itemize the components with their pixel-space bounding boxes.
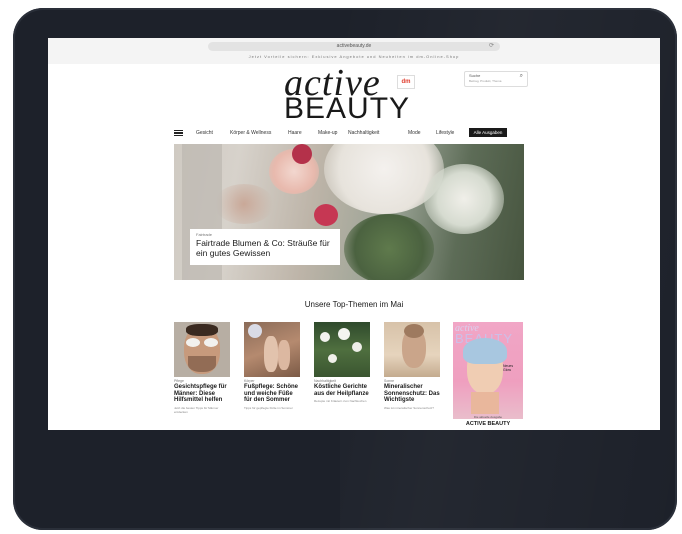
foot-shape-2	[278, 340, 290, 370]
chamomile-flower-3	[352, 342, 362, 352]
browser-screen: activebeauty.de ⟳ Jetzt Vorteile sichern…	[48, 38, 660, 430]
hero-caption[interactable]: Fairtrade Fairtrade Blumen & Co: Sträuße…	[190, 229, 340, 265]
nav-item-lifestyle[interactable]: Lifestyle	[436, 129, 454, 137]
hero-flower-red-2	[314, 204, 338, 226]
hero-flowers-right	[424, 164, 504, 234]
nav-cta-button[interactable]: Alle Ausgaben	[469, 128, 507, 137]
hero-title[interactable]: Fairtrade Blumen & Co: Sträuße für ein g…	[196, 238, 340, 258]
article-card[interactable]: Sonne Mineralischer Sonnenschutz: Das Wi…	[384, 322, 440, 410]
card-title[interactable]: Gesichtspflege für Männer: Diese Hilfsmi…	[174, 384, 230, 404]
card-meta: Rezepte mit Kräutern zum Nachkochen	[314, 399, 367, 403]
search-label: Suche	[469, 73, 481, 78]
card-meta: Was ist mineralischer Sonnenschutz?	[384, 405, 434, 410]
nav-item-koerper[interactable]: Körper & Wellness	[230, 129, 271, 137]
article-image-men-skincare[interactable]	[174, 322, 230, 377]
card-meta: Tipps für gepflegte Füße im Sommer	[244, 405, 293, 410]
hero-flower-red	[292, 144, 312, 164]
reload-icon[interactable]: ⟳	[489, 42, 494, 51]
search-placeholder: Beitrag, Produkt, Thema	[469, 79, 502, 83]
chamomile-flower-4	[328, 354, 337, 363]
card-title[interactable]: Fußpflege: Schöne und weiche Füße für de…	[244, 384, 300, 404]
card-kicker: Sonne	[384, 379, 395, 383]
foot-shape	[264, 336, 278, 372]
magazine-title[interactable]: ACTIVE BEAUTY	[453, 419, 523, 430]
site-logo-wordmark[interactable]: BEAUTY	[284, 94, 410, 124]
chamomile-flower	[320, 332, 330, 342]
article-image-herbs[interactable]	[314, 322, 370, 377]
article-image-foot-care[interactable]	[244, 322, 300, 377]
chamomile-flower-2	[338, 328, 350, 340]
eye-pad-left	[186, 338, 200, 347]
dm-logo[interactable]: dm	[397, 75, 415, 89]
flower-shape	[248, 324, 262, 338]
address-bar[interactable]: activebeauty.de ⟳	[208, 42, 500, 51]
main-nav: Gesicht Körper & Wellness Haare Make-up …	[174, 128, 524, 138]
article-image-sunscreen[interactable]	[384, 322, 440, 377]
card-title[interactable]: Köstliche Gerichte aus der Heilpflanze	[314, 384, 370, 397]
browser-topbar: activebeauty.de ⟳ Jetzt Vorteile sichern…	[48, 38, 660, 64]
hat-shape	[404, 324, 424, 338]
cover-cap	[463, 338, 507, 364]
cover-neck	[471, 392, 499, 414]
search-icon[interactable]: ⌕	[520, 73, 523, 80]
card-meta: Jetzt die besten Tipps für Männer entdec…	[174, 405, 219, 414]
card-kicker: Pflege	[174, 379, 184, 383]
section-title: Unsere Top-Themen im Mai	[304, 300, 404, 309]
magazine-cover[interactable]: active BEAUTY Neues Glow Die aktuelle Au…	[453, 322, 523, 430]
nav-item-mode[interactable]: Mode	[408, 129, 421, 137]
hair-shape	[186, 324, 218, 336]
nav-item-nachhaltigkeit[interactable]: Nachhaltigkeit	[348, 129, 379, 137]
dm-logo-letter-m: m	[405, 79, 411, 85]
article-card[interactable]: Körper Fußpflege: Schöne und weiche Füße…	[244, 322, 300, 410]
card-kicker: Nachhaltigkeit	[314, 379, 336, 383]
card-kicker: Körper	[244, 379, 255, 383]
hero-hands	[214, 184, 274, 224]
hero-teaser[interactable]: Fairtrade Fairtrade Blumen & Co: Sträuße…	[174, 144, 524, 280]
beard-shape	[188, 356, 216, 372]
article-card[interactable]: Nachhaltigkeit Köstliche Gerichte aus de…	[314, 322, 370, 403]
promo-banner[interactable]: Jetzt Vorteile sichern: Exklusive Angebo…	[48, 53, 660, 61]
search-box[interactable]: Suche ⌕ Beitrag, Produkt, Thema	[464, 71, 528, 87]
nav-item-haare[interactable]: Haare	[288, 129, 302, 137]
nav-item-gesicht[interactable]: Gesicht	[196, 129, 213, 137]
nav-item-makeup[interactable]: Make-up	[318, 129, 337, 137]
card-title[interactable]: Mineralischer Sonnenschutz: Das Wichtigs…	[384, 384, 440, 404]
hero-leaves	[344, 214, 434, 280]
hamburger-menu-icon[interactable]	[174, 130, 183, 136]
address-text: activebeauty.de	[336, 43, 372, 49]
eye-pad-right	[204, 338, 218, 347]
cover-text: Neues Glow	[503, 364, 514, 372]
article-card[interactable]: Pflege Gesichtspflege für Männer: Diese …	[174, 322, 230, 414]
hero-kicker: Fairtrade	[196, 232, 213, 237]
